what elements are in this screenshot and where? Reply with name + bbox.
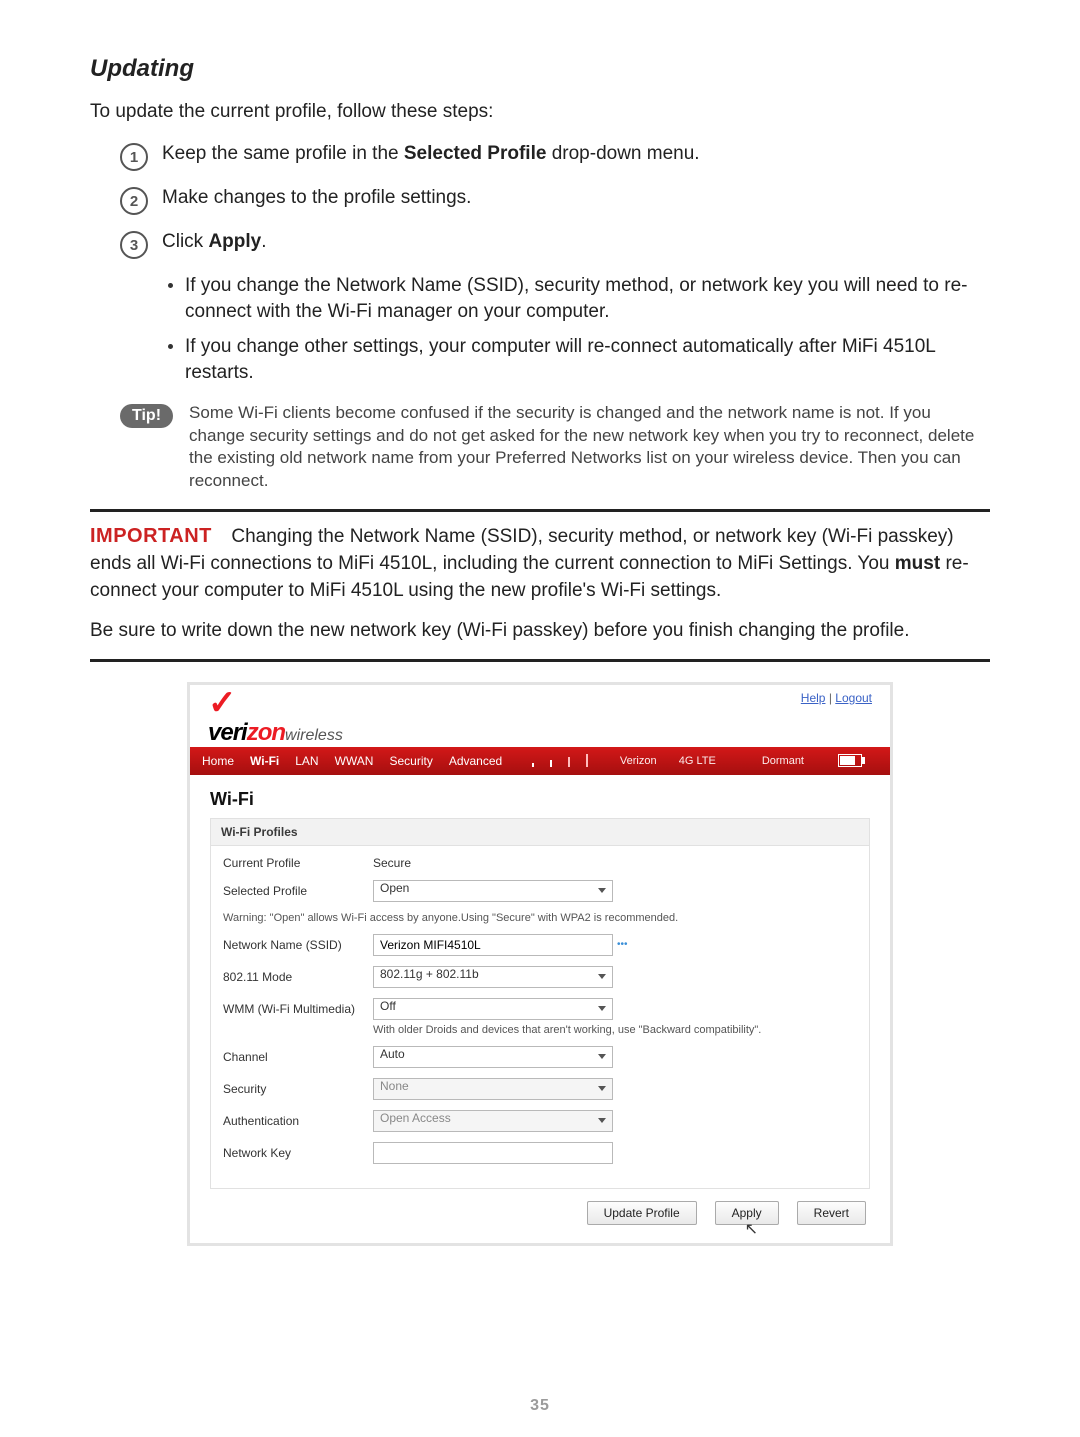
value-current-profile: Secure [373, 856, 411, 870]
nav-wifi[interactable]: Wi-Fi [250, 754, 279, 768]
step1-a: Keep the same profile in the [162, 143, 404, 164]
bullet-1: If you change the Network Name (SSID), s… [168, 273, 990, 324]
tip-badge: Tip! [120, 404, 173, 428]
bullet-dot [168, 344, 173, 349]
tip-row: Tip! Some Wi-Fi clients become confused … [120, 402, 990, 494]
nav-home[interactable]: Home [202, 754, 234, 768]
status-tech: 4G LTE [679, 755, 716, 767]
status-state: Dormant [762, 755, 804, 767]
bullet-dot [168, 283, 173, 288]
step-3: 3 Click Apply. [120, 229, 990, 259]
chevron-down-icon [598, 1054, 606, 1059]
revert-button[interactable]: Revert [797, 1201, 866, 1225]
step3-c: . [261, 231, 266, 252]
label-current-profile: Current Profile [223, 856, 373, 870]
chevron-down-icon [598, 1086, 606, 1091]
step2-text: Make changes to the profile settings. [162, 185, 471, 211]
battery-icon [838, 754, 862, 767]
label-auth: Authentication [223, 1114, 373, 1128]
important-label: IMPORTANT [90, 525, 212, 547]
status-area: Verizon 4G LTE Dormant [532, 747, 878, 775]
panel-title: Wi-Fi Profiles [211, 819, 869, 846]
label-channel: Channel [223, 1050, 373, 1064]
ui-body: Wi-Fi Wi-Fi Profiles Current ProfileSecu… [190, 775, 890, 1243]
label-mode: 802.11 Mode [223, 970, 373, 984]
bullet-2: If you change other settings, your compu… [168, 334, 990, 385]
mode-dropdown[interactable]: 802.11g + 802.11b [373, 966, 613, 988]
ui-navbar: Home Wi-Fi LAN WWAN Security Advanced Ve… [190, 747, 890, 775]
label-ssid: Network Name (SSID) [223, 938, 373, 952]
status-carrier: Verizon [620, 755, 657, 767]
step-badge-2: 2 [120, 187, 148, 215]
step3-a: Click [162, 231, 208, 252]
important-p1b: must [895, 553, 940, 574]
wmm-hint: With older Droids and devices that aren'… [373, 1024, 857, 1036]
label-netkey: Network Key [223, 1146, 373, 1160]
security-dropdown[interactable]: None [373, 1078, 613, 1100]
intro-text: To update the current profile, follow th… [90, 101, 990, 123]
open-profile-warning: Warning: "Open" allows Wi-Fi access by a… [223, 912, 857, 924]
ssid-hint-icon: ••• [617, 939, 628, 950]
step1-c: drop-down menu. [546, 143, 699, 164]
selected-profile-dropdown[interactable]: Open [373, 880, 613, 902]
nav-lan[interactable]: LAN [295, 754, 318, 768]
page-number: 35 [0, 1397, 1080, 1415]
logo-wireless: wireless [285, 727, 343, 744]
button-row: Update Profile Apply ↖ Revert [210, 1189, 870, 1225]
channel-dropdown[interactable]: Auto [373, 1046, 613, 1068]
important-p2: Be sure to write down the new network ke… [90, 618, 990, 645]
chevron-down-icon [598, 888, 606, 893]
section-heading: Updating [90, 55, 990, 83]
nav-advanced[interactable]: Advanced [449, 754, 502, 768]
update-profile-button[interactable]: Update Profile [587, 1201, 697, 1225]
cursor-icon: ↖ [745, 1219, 758, 1239]
nav-wwan[interactable]: WWAN [335, 754, 374, 768]
logout-link[interactable]: Logout [835, 691, 872, 705]
network-key-input[interactable] [373, 1142, 613, 1164]
ui-header: Help | Logout ✓ verizonwireless [190, 685, 890, 747]
chevron-down-icon [598, 1006, 606, 1011]
signal-icon [532, 754, 604, 767]
bullet-list: If you change the Network Name (SSID), s… [168, 273, 990, 386]
label-security: Security [223, 1082, 373, 1096]
wmm-dropdown[interactable]: Off [373, 998, 613, 1020]
label-selected-profile: Selected Profile [223, 884, 373, 898]
step-list: 1 Keep the same profile in the Selected … [120, 141, 990, 259]
chevron-down-icon [598, 1118, 606, 1123]
step-1: 1 Keep the same profile in the Selected … [120, 141, 990, 171]
ui-page-title: Wi-Fi [210, 789, 870, 810]
ssid-input[interactable] [373, 934, 613, 956]
verizon-logo: ✓ verizonwireless [208, 693, 343, 747]
label-wmm: WMM (Wi-Fi Multimedia) [223, 1002, 373, 1016]
wifi-profiles-panel: Wi-Fi Profiles Current ProfileSecure Sel… [210, 818, 870, 1189]
step-badge-1: 1 [120, 143, 148, 171]
chevron-down-icon [598, 974, 606, 979]
tip-text: Some Wi-Fi clients become confused if th… [189, 402, 990, 494]
step1-b: Selected Profile [404, 143, 547, 164]
auth-dropdown[interactable]: Open Access [373, 1110, 613, 1132]
embedded-ui-screenshot: Help | Logout ✓ verizonwireless Home Wi-… [187, 682, 893, 1246]
bullet2-text: If you change other settings, your compu… [185, 334, 990, 385]
important-block: IMPORTANT Changing the Network Name (SSI… [90, 509, 990, 661]
nav-security[interactable]: Security [389, 754, 432, 768]
step-badge-3: 3 [120, 231, 148, 259]
header-links: Help | Logout [801, 691, 872, 705]
bullet1-text: If you change the Network Name (SSID), s… [185, 273, 990, 324]
help-link[interactable]: Help [801, 691, 826, 705]
step-2: 2 Make changes to the profile settings. [120, 185, 990, 215]
link-separator: | [829, 691, 832, 705]
logo-check-icon: ✓ [208, 684, 237, 722]
step3-b: Apply [208, 231, 261, 252]
